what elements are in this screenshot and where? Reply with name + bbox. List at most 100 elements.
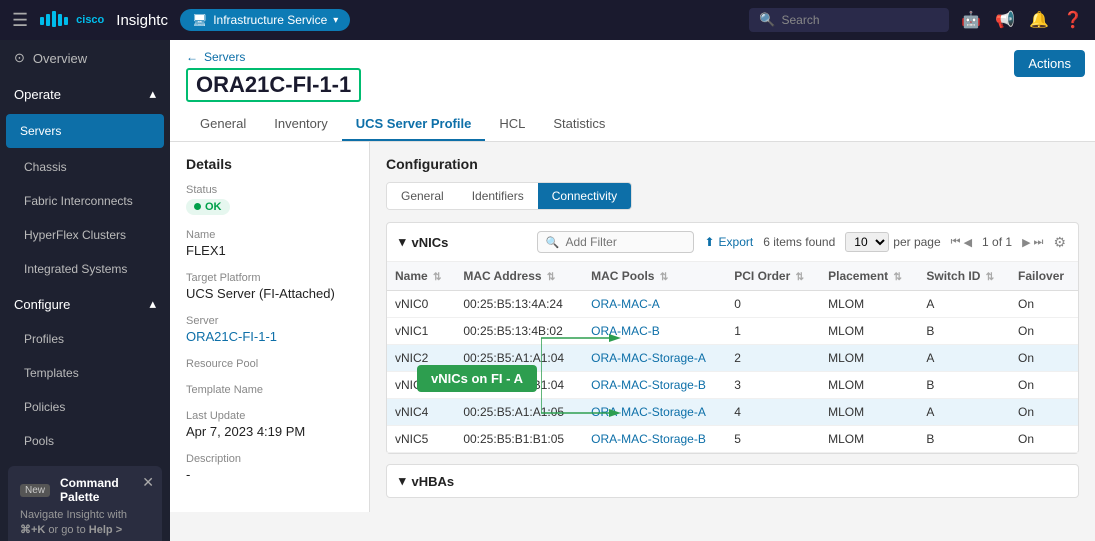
hamburger-icon[interactable]: ☰ [12,10,28,31]
prev-page-icon[interactable]: ◀ [964,236,972,249]
sidebar-item-servers[interactable]: Servers [6,114,164,148]
filter-bar[interactable]: 🔍 [537,231,695,253]
sort-name-icon[interactable]: ⇅ [433,272,441,283]
cell-failover: On [1010,399,1078,426]
vnics-section-title: vNICs [412,235,449,250]
status-field: Status OK [186,184,353,215]
cell-pci-order: 5 [726,426,820,453]
template-name-label: Template Name [186,384,353,396]
sidebar-item-chassis[interactable]: Chassis [0,150,170,184]
sort-macpools-icon[interactable]: ⇅ [660,272,668,283]
actions-button[interactable]: Actions [1014,50,1085,77]
sidebar-item-hyperflex[interactable]: HyperFlex Clusters [0,218,170,252]
cell-mac-pool: ORA-MAC-Storage-B [583,426,726,453]
search-input[interactable] [782,13,932,27]
assistant-icon[interactable]: 🤖 [961,10,981,30]
sidebar-item-fabric[interactable]: Fabric Interconnects [0,184,170,218]
sidebar-item-overview[interactable]: ⊙ Overview [0,40,170,76]
sort-mac-icon[interactable]: ⇅ [547,272,555,283]
app-title: Insightc [116,12,168,29]
chevron-down-vnics-icon[interactable]: ▾ [399,234,406,250]
last-update-label: Last Update [186,410,353,422]
table-row[interactable]: vNIC3 00:25:B5:B1:B1:04 ORA-MAC-Storage-… [387,372,1078,399]
cell-mac-pool: ORA-MAC-Storage-A [583,345,726,372]
cell-placement: MLOM [820,426,918,453]
description-label: Description [186,453,353,465]
table-settings-icon[interactable]: ⚙ [1053,234,1066,251]
status-label: Status [186,184,353,196]
nav-icons: 🤖 📢 🔔 ❓ [961,10,1083,30]
table-row[interactable]: vNIC4 00:25:B5:A1:A1:05 ORA-MAC-Storage-… [387,399,1078,426]
sidebar-item-profiles[interactable]: Profiles [0,322,170,356]
sidebar-item-pools[interactable]: Pools [0,424,170,458]
chevron-right-vhbas-icon[interactable]: ▾ [399,473,406,489]
table-row[interactable]: vNIC0 00:25:B5:13:4A:24 ORA-MAC-A 0 MLOM… [387,291,1078,318]
config-tab-connectivity[interactable]: Connectivity [538,183,631,209]
sidebar-operate-section[interactable]: Operate ▴ [0,76,170,112]
sidebar-chassis-label: Chassis [24,160,67,174]
megaphone-icon[interactable]: 📢 [995,10,1015,30]
help-icon[interactable]: ❓ [1063,10,1083,30]
cell-switch-id: A [918,399,1010,426]
table-row[interactable]: vNIC2 00:25:B5:A1:A1:04 ORA-MAC-Storage-… [387,345,1078,372]
items-found: 6 items found [763,235,835,249]
server-value[interactable]: ORA21C-FI-1-1 [186,329,353,344]
last-page-icon[interactable]: ⏭ [1034,236,1044,249]
config-tab-identifiers[interactable]: Identifiers [458,183,538,209]
sidebar-profiles-label: Profiles [24,332,64,346]
cell-name: vNIC2 [387,345,455,372]
cisco-text: cisco [76,14,104,26]
col-mac-pools: MAC Pools ⇅ [583,262,726,291]
page-number-display: 1 of 1 [982,235,1012,249]
cell-pci-order: 1 [726,318,820,345]
bell-icon[interactable]: 🔔 [1029,10,1049,30]
resource-pool-label: Resource Pool [186,358,353,370]
filter-input[interactable] [565,235,685,249]
cell-failover: On [1010,426,1078,453]
cell-mac: 00:25:B5:B1:B1:04 [455,372,583,399]
cell-failover: On [1010,372,1078,399]
sidebar-templates-label: Templates [24,366,79,380]
cell-switch-id: B [918,318,1010,345]
details-panel: Details Status OK Name FLEX1 Target Plat… [170,142,370,512]
sidebar: ⊙ Overview Operate ▴ Servers Chassis Fab… [0,40,170,541]
sort-placement-icon[interactable]: ⇅ [893,272,901,283]
sort-pciorder-icon[interactable]: ⇅ [796,272,804,283]
export-button[interactable]: ⬆ Export [704,235,753,249]
sidebar-item-templates[interactable]: Templates [0,356,170,390]
cell-failover: On [1010,291,1078,318]
status-dot [194,203,201,210]
nav-service-pill[interactable]: 🖥 Infrastructure Service ▾ [180,9,350,31]
last-update-value: Apr 7, 2023 4:19 PM [186,424,353,439]
command-palette-close[interactable]: ✕ [142,474,154,491]
sidebar-item-integrated[interactable]: Integrated Systems [0,252,170,286]
col-name: Name ⇅ [387,262,455,291]
table-row[interactable]: vNIC5 00:25:B5:B1:B1:05 ORA-MAC-Storage-… [387,426,1078,453]
sidebar-configure-section[interactable]: Configure ▴ [0,286,170,322]
tab-statistics[interactable]: Statistics [539,108,619,141]
sidebar-bottom: ✕ New Command Palette Navigate Insightc … [0,458,170,541]
breadcrumb-parent[interactable]: Servers [204,50,245,64]
table-row[interactable]: vNIC1 00:25:B5:13:4B:02 ORA-MAC-B 1 MLOM… [387,318,1078,345]
vhbas-header: ▾ vHBAs [387,465,1078,497]
tab-ucs-server-profile[interactable]: UCS Server Profile [342,108,486,141]
chevron-up-icon: ▴ [149,86,156,102]
cell-failover: On [1010,345,1078,372]
description-field: Description - [186,453,353,482]
tab-hcl[interactable]: HCL [485,108,539,141]
search-bar[interactable]: 🔍 [749,8,949,32]
sidebar-item-policies[interactable]: Policies [0,390,170,424]
per-page-selector[interactable]: 10 25 50 per page [845,232,940,252]
per-page-select[interactable]: 10 25 50 [845,232,889,252]
next-page-icon[interactable]: ▶ [1022,236,1030,249]
command-palette-description: Navigate Insightc with ⌘+K or go to Help… [20,508,150,541]
sidebar-item-label: Overview [33,51,87,66]
vnics-table: Name ⇅ MAC Address ⇅ MAC Pools ⇅ PCI Ord… [387,262,1078,453]
tab-general[interactable]: General [186,108,260,141]
sort-switchid-icon[interactable]: ⇅ [986,272,994,283]
col-mac: MAC Address ⇅ [455,262,583,291]
content-area: Details Status OK Name FLEX1 Target Plat… [170,142,1095,512]
tab-inventory[interactable]: Inventory [260,108,341,141]
first-page-icon[interactable]: ⏮ [951,236,961,249]
config-tab-general[interactable]: General [387,183,458,209]
